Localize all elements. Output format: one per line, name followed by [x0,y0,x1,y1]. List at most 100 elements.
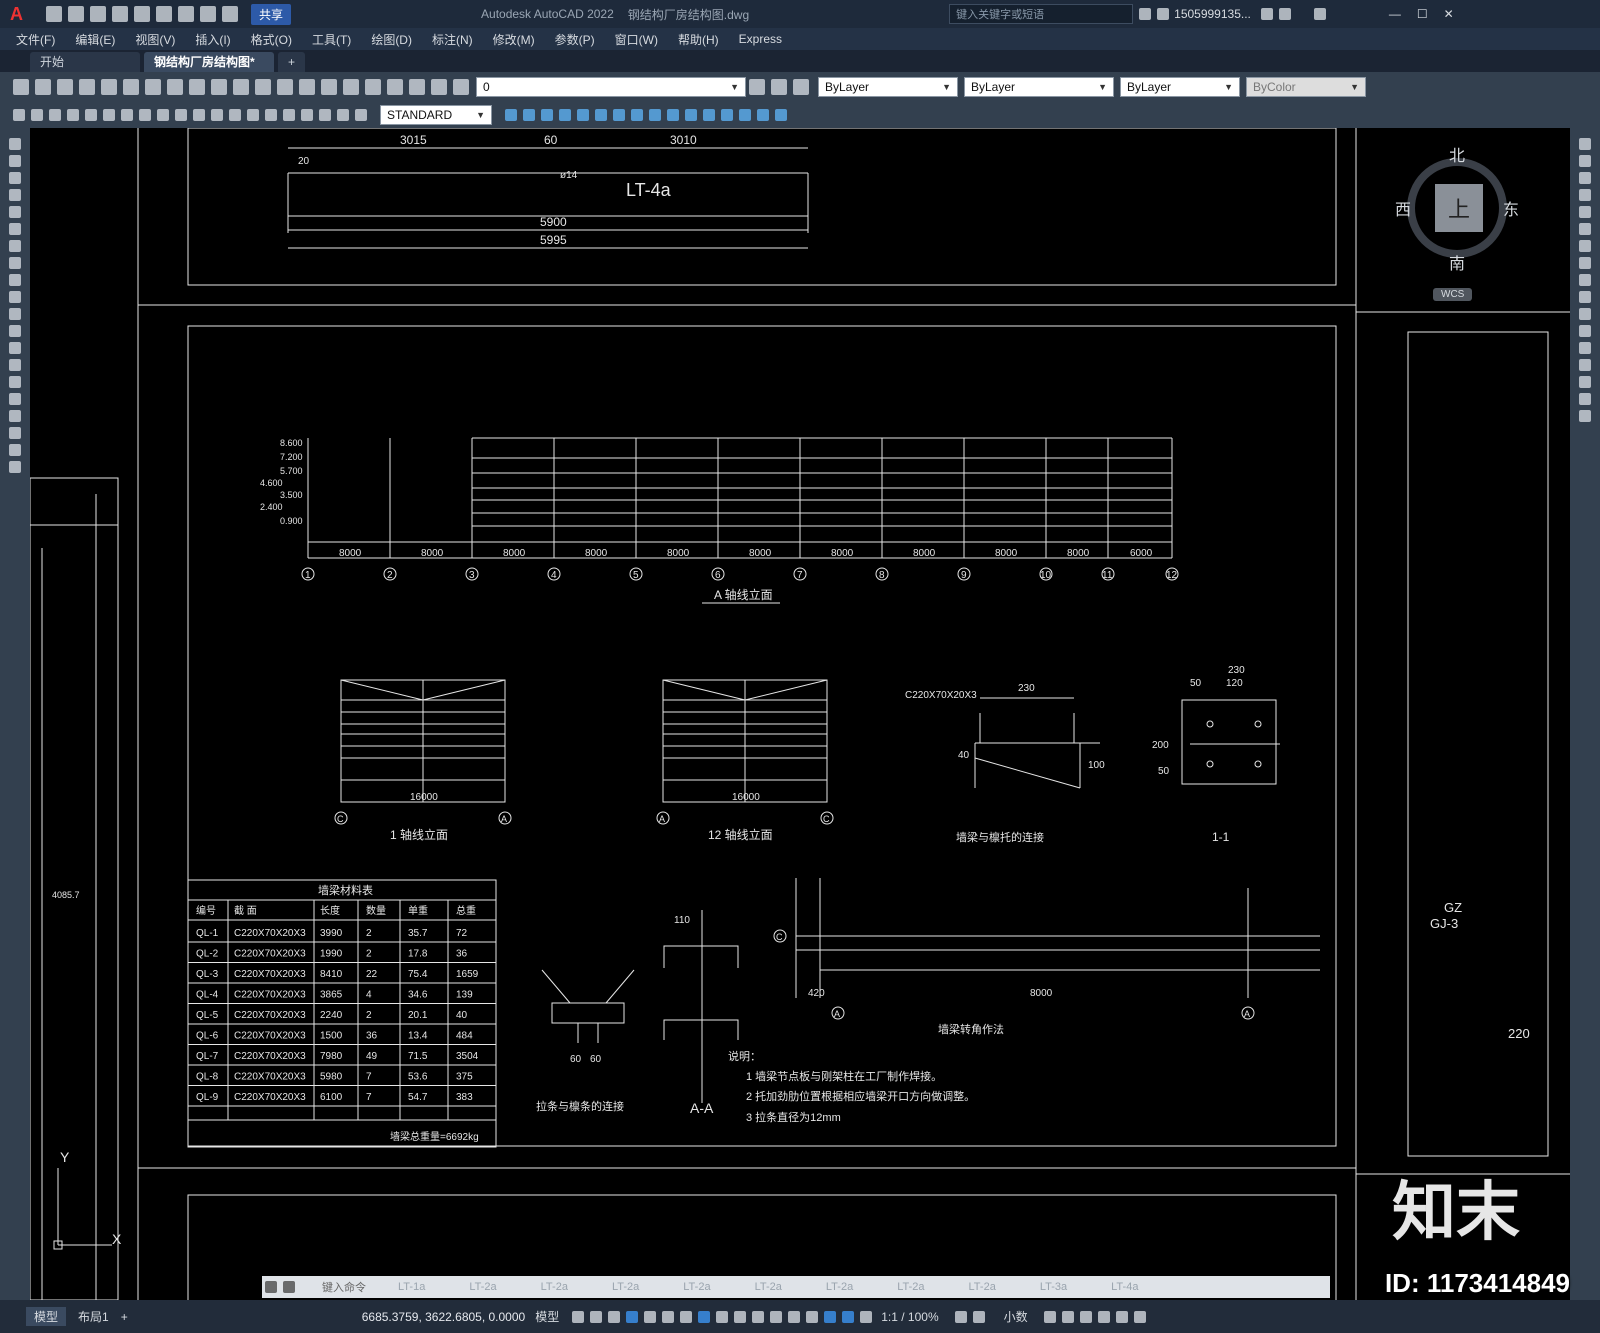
paste-icon[interactable] [189,79,205,95]
user-name[interactable]: 1505999135... [1174,7,1251,21]
customize-icon[interactable] [283,1281,295,1293]
attribute-icon[interactable] [559,109,571,121]
baseline-dim-icon[interactable] [175,109,187,121]
layout-sheet-tab[interactable]: LT-2a [969,1281,996,1293]
linear-dim-icon[interactable] [13,109,25,121]
ordinate-dim-icon[interactable] [67,109,79,121]
isodraft-icon[interactable] [662,1310,675,1323]
xref-icon[interactable] [613,109,625,121]
dim-edit-icon[interactable] [319,109,331,121]
radius-dim-icon[interactable] [85,109,97,121]
layout-sheet-tab[interactable]: LT-2a [897,1281,924,1293]
print-icon[interactable] [79,79,95,95]
qnew-icon[interactable] [13,79,29,95]
group-icon[interactable] [577,109,589,121]
autodesk-app-icon[interactable] [1278,8,1291,20]
model-space-button[interactable]: 模型 [535,1308,559,1325]
plus-icon[interactable] [972,1310,985,1323]
properties-icon[interactable] [321,79,337,95]
break-icon[interactable] [1579,325,1591,337]
tool-palettes-icon[interactable] [365,79,381,95]
dim-style-icon[interactable] [505,109,517,121]
close-icon[interactable] [265,1281,277,1293]
redo-icon[interactable] [255,79,271,95]
menu-insert[interactable]: 插入(I) [195,31,230,48]
object-snap-tracking-icon[interactable] [680,1310,693,1323]
cart-icon[interactable] [1260,8,1273,20]
3d-osnap-icon[interactable] [770,1310,783,1323]
polyline-icon[interactable] [9,172,21,184]
insert-block-icon[interactable] [9,325,21,337]
text-style-dropdown[interactable]: STANDARD ▼ [380,105,492,125]
line-icon[interactable] [9,138,21,150]
layer-lock-icon[interactable] [703,109,715,121]
rectangle-icon[interactable] [9,206,21,218]
cut-icon[interactable] [145,79,161,95]
menu-draw[interactable]: 绘图(D) [371,31,412,48]
arc-length-icon[interactable] [49,109,61,121]
auto-scale-icon[interactable] [860,1310,873,1323]
save-icon[interactable] [90,6,106,22]
layer-properties-icon[interactable] [431,79,447,95]
menu-modify[interactable]: 修改(M) [493,31,535,48]
transparency-icon[interactable] [734,1310,747,1323]
open-web-icon[interactable] [134,6,150,22]
join-icon[interactable] [1579,342,1591,354]
ellipse-icon[interactable] [9,291,21,303]
lineweight-dropdown[interactable]: ByLayer ▼ [1120,77,1240,97]
compass-west[interactable]: 西 [1395,196,1411,220]
gradient-icon[interactable] [9,393,21,405]
stretch-icon[interactable] [1579,274,1591,286]
redo-icon[interactable] [222,6,238,22]
scale-icon[interactable] [1579,257,1591,269]
layer-state-icon[interactable] [453,79,469,95]
quick-dim-icon[interactable] [157,109,169,121]
infer-constraints-icon[interactable] [608,1310,621,1323]
help-icon[interactable] [1313,8,1326,20]
units-button[interactable]: 小数 [1004,1308,1028,1325]
viewcube-face[interactable]: 上 [1435,184,1483,232]
layout-sheet-tab[interactable]: LT-2a [612,1281,639,1293]
chamfer-icon[interactable] [1579,359,1591,371]
tolerance-icon[interactable] [247,109,259,121]
menu-dimension[interactable]: 标注(N) [432,31,473,48]
color-dropdown[interactable]: ByLayer ▼ [818,77,958,97]
layout-sheet-tab[interactable]: LT-1a [398,1281,425,1293]
annotation-visibility-icon[interactable] [842,1310,855,1323]
model-tab[interactable]: 模型 [26,1307,67,1326]
customization-icon[interactable] [1133,1310,1146,1323]
layer-off-icon[interactable] [667,109,679,121]
drawing-canvas[interactable]: 3015 60 3010 5900 5995 20 ø14 LT-4a 1234… [30,128,1570,1300]
copy-to-layer-icon[interactable] [775,109,787,121]
layout-sheet-tab[interactable]: LT-2a [826,1281,853,1293]
layout-sheet-tab[interactable]: LT-3a [1040,1281,1067,1293]
menu-tools[interactable]: 工具(T) [312,31,351,48]
minimize-icon[interactable]: — [1389,7,1401,21]
menu-file[interactable]: 文件(F) [16,31,55,48]
calculator-icon[interactable] [387,79,403,95]
explode-icon[interactable] [1579,410,1591,422]
dim-text-edit-icon[interactable] [337,109,349,121]
save-web-icon[interactable] [156,6,172,22]
lineweight-icon[interactable] [716,1310,729,1323]
inspect-icon[interactable] [283,109,295,121]
point-icon[interactable] [9,359,21,371]
close-icon[interactable]: ✕ [1444,7,1454,21]
open-icon[interactable] [35,79,51,95]
layout-tab[interactable]: 布局1 [78,1308,109,1325]
jogged-linear-icon[interactable] [301,109,313,121]
mirror-icon[interactable] [1579,172,1591,184]
make-block-icon[interactable] [9,342,21,354]
pan-icon[interactable] [277,79,293,95]
mtext-icon[interactable] [9,444,21,456]
object-snap-icon[interactable] [698,1310,711,1323]
insert-block-icon[interactable] [541,109,553,121]
layout-sheet-tab[interactable]: LT-2a [755,1281,782,1293]
diameter-dim-icon[interactable] [121,109,133,121]
spline-icon[interactable] [9,274,21,286]
move-icon[interactable] [1579,223,1591,235]
command-input[interactable]: 键入命令 [322,1279,388,1295]
layer-isolate-icon[interactable] [649,109,661,121]
layer-freeze-icon[interactable] [685,109,697,121]
clip-icon[interactable] [631,109,643,121]
